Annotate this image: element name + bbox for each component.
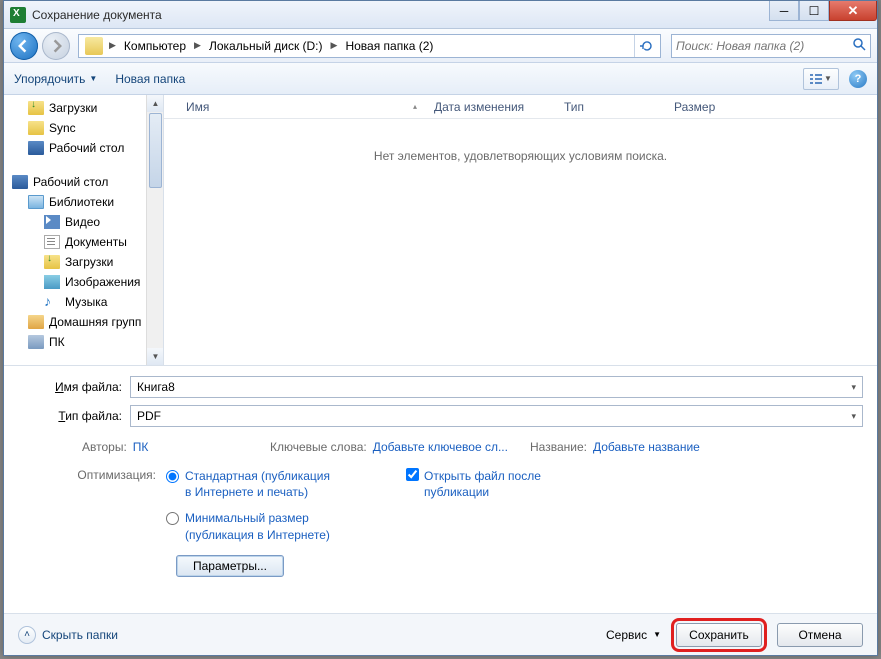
maximize-button[interactable]: ☐ <box>799 1 829 21</box>
navbar: ▶ Компьютер ▶ Локальный диск (D:) ▶ Нова… <box>4 29 877 63</box>
pc-icon <box>28 335 44 349</box>
app-icon <box>10 7 26 23</box>
video-icon <box>44 215 60 229</box>
desktop-icon <box>28 141 44 155</box>
new-folder-button[interactable]: Новая папка <box>115 72 185 86</box>
save-button[interactable]: Сохранить <box>676 623 762 647</box>
desktop-icon <box>12 175 28 189</box>
empty-message: Нет элементов, удовлетворяющих условиям … <box>164 119 877 163</box>
music-icon: ♪ <box>44 295 60 309</box>
crumb-disk[interactable]: Локальный диск (D:) <box>203 35 329 57</box>
tree-homegroup[interactable]: Домашняя групп <box>4 312 163 332</box>
tree-documents[interactable]: Документы <box>4 232 163 252</box>
crumb-computer[interactable]: Компьютер <box>118 35 192 57</box>
form-area: Имя файла: Книга8▾ Тип файла: PDF▾ Автор… <box>4 365 877 583</box>
radio-standard[interactable]: Стандартная (публикация в Интернете и пе… <box>166 468 396 500</box>
breadcrumb[interactable]: ▶ Компьютер ▶ Локальный диск (D:) ▶ Нова… <box>78 34 661 58</box>
tree-libraries[interactable]: Библиотеки <box>4 192 163 212</box>
column-date[interactable]: Дата изменения <box>426 95 556 118</box>
column-headers: Имя▴ Дата изменения Тип Размер <box>164 95 877 119</box>
optimization-label: Оптимизация: <box>18 468 166 553</box>
checkbox-open-after[interactable]: Открыть файл после публикации <box>406 468 564 553</box>
keywords-label: Ключевые слова: <box>270 440 373 454</box>
downloads-icon <box>44 255 60 269</box>
downloads-icon <box>28 101 44 115</box>
chevron-up-icon: ˄ <box>18 626 36 644</box>
tree-music[interactable]: ♪Музыка <box>4 292 163 312</box>
radio-standard-input[interactable] <box>166 470 179 483</box>
view-mode-button[interactable]: ▼ <box>803 68 839 90</box>
filename-label: Имя файла: <box>18 380 130 394</box>
keywords-link[interactable]: Добавьте ключевое сл... <box>373 440 508 454</box>
scroll-down-icon[interactable]: ▼ <box>147 348 164 365</box>
folder-icon <box>28 121 44 135</box>
column-type[interactable]: Тип <box>556 95 666 118</box>
save-dialog-window: Сохранение документа ─ ☐ ✕ ▶ Компьютер ▶… <box>3 0 878 656</box>
filename-input[interactable]: Книга8▾ <box>130 376 863 398</box>
title-link[interactable]: Добавьте название <box>593 440 700 454</box>
filetype-select[interactable]: PDF▾ <box>130 405 863 427</box>
titlebar[interactable]: Сохранение документа ─ ☐ ✕ <box>4 1 877 29</box>
radio-minimum-input[interactable] <box>166 512 179 525</box>
chevron-down-icon: ▼ <box>653 630 661 639</box>
document-icon <box>44 235 60 249</box>
library-icon <box>28 195 44 209</box>
sort-asc-icon: ▴ <box>413 102 417 111</box>
tree-pc[interactable]: ПК <box>4 332 163 352</box>
scroll-up-icon[interactable]: ▲ <box>147 95 164 112</box>
homegroup-icon <box>28 315 44 329</box>
params-button[interactable]: Параметры... <box>176 555 284 577</box>
toolbar: Упорядочить▼ Новая папка ▼ ? <box>4 63 877 95</box>
chevron-right-icon[interactable]: ▶ <box>107 40 118 51</box>
filetype-label: Тип файла: <box>18 409 130 423</box>
search-icon[interactable] <box>852 37 866 54</box>
tree-desktop-root[interactable]: Рабочий стол <box>4 172 163 192</box>
chevron-down-icon[interactable]: ▾ <box>851 411 856 422</box>
forward-button[interactable] <box>42 32 70 60</box>
help-button[interactable]: ? <box>849 70 867 88</box>
authors-label: Авторы: <box>82 440 133 454</box>
tree-downloads[interactable]: Загрузки <box>4 98 163 118</box>
tree-downloads2[interactable]: Загрузки <box>4 252 163 272</box>
column-size[interactable]: Размер <box>666 95 746 118</box>
chevron-right-icon[interactable]: ▶ <box>329 40 340 51</box>
chevron-down-icon[interactable]: ▾ <box>851 382 856 393</box>
folder-icon <box>85 37 103 55</box>
authors-value[interactable]: ПК <box>133 440 149 454</box>
file-list-pane: Имя▴ Дата изменения Тип Размер Нет элеме… <box>164 95 877 365</box>
chevron-down-icon: ▼ <box>89 74 97 83</box>
back-button[interactable] <box>10 32 38 60</box>
checkbox-open-after-input[interactable] <box>406 468 419 481</box>
search-box[interactable] <box>671 34 871 58</box>
footer: ˄ Скрыть папки Сервис ▼ Сохранить Отмена <box>4 613 877 655</box>
chevron-down-icon: ▼ <box>824 74 832 83</box>
minimize-button[interactable]: ─ <box>769 1 799 21</box>
window-title: Сохранение документа <box>32 8 162 22</box>
tree-images[interactable]: Изображения <box>4 272 163 292</box>
title-label: Название: <box>530 440 593 454</box>
refresh-button[interactable] <box>634 35 658 57</box>
crumb-folder[interactable]: Новая папка (2) <box>339 35 439 57</box>
images-icon <box>44 275 60 289</box>
tree-sync[interactable]: Sync <box>4 118 163 138</box>
column-name[interactable]: Имя▴ <box>178 95 426 118</box>
list-icon <box>810 74 822 84</box>
organize-menu[interactable]: Упорядочить▼ <box>14 72 97 86</box>
close-button[interactable]: ✕ <box>829 1 877 21</box>
folder-tree[interactable]: Загрузки Sync Рабочий стол Рабочий стол … <box>4 95 164 365</box>
search-input[interactable] <box>676 39 852 53</box>
radio-minimum[interactable]: Минимальный размер (публикация в Интерне… <box>166 510 396 542</box>
scroll-thumb[interactable] <box>149 113 162 188</box>
cancel-button[interactable]: Отмена <box>777 623 863 647</box>
tree-scrollbar[interactable]: ▲ ▼ <box>146 95 163 365</box>
chevron-right-icon[interactable]: ▶ <box>192 40 203 51</box>
tree-desktop[interactable]: Рабочий стол <box>4 138 163 158</box>
service-menu[interactable]: Сервис ▼ <box>606 628 661 642</box>
tree-video[interactable]: Видео <box>4 212 163 232</box>
save-highlight: Сохранить <box>671 618 767 652</box>
hide-folders-button[interactable]: ˄ Скрыть папки <box>18 626 118 644</box>
